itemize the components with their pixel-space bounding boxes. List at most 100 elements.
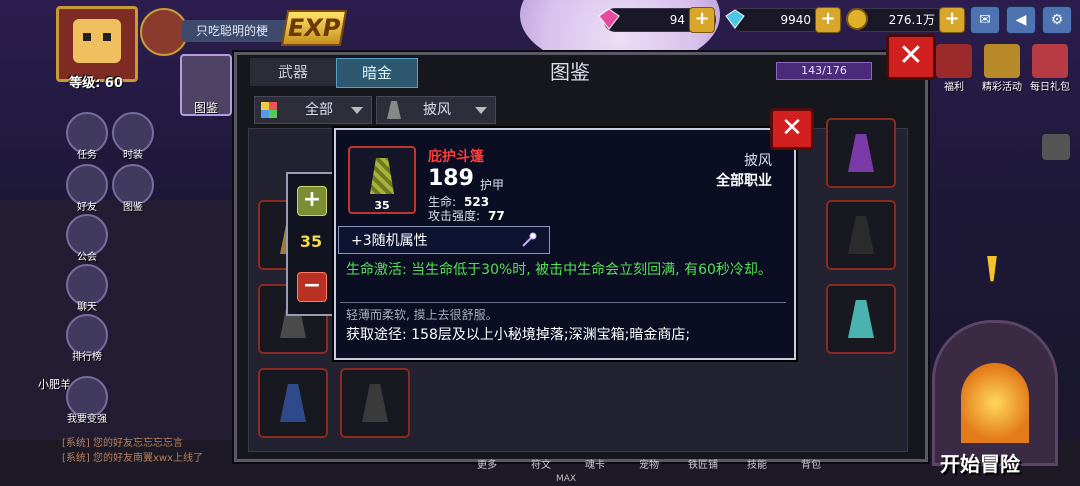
gold-counter: 276.1万 + xyxy=(846,7,966,33)
stat-attack-label: 攻击强度: xyxy=(428,209,481,223)
tujian-menu-label: 图鉴 xyxy=(193,101,218,115)
guild-button[interactable]: 公会 xyxy=(66,214,108,263)
welfare-button[interactable]: 福利 xyxy=(936,44,972,93)
filter-type-dropdown[interactable]: 披风 xyxy=(376,96,496,124)
gem-value: 94 xyxy=(669,13,685,27)
bottom-menu-blacksmith[interactable]: 铁匠铺 xyxy=(676,456,730,476)
chevron-down-icon xyxy=(351,107,363,114)
item-slot[interactable] xyxy=(826,200,896,270)
filter-all-label: 全部 xyxy=(305,102,333,118)
exp-badge[interactable]: EXP xyxy=(280,10,348,46)
collection-count: 143/176 xyxy=(776,62,872,80)
diamond-counter: 9940 + xyxy=(725,7,842,33)
level-value: 35 xyxy=(299,232,323,251)
item-slot[interactable] xyxy=(340,368,410,438)
item-armor-label: 护甲 xyxy=(480,178,505,192)
tab-weapon[interactable]: 武器 xyxy=(250,58,336,86)
tab-dark-gold[interactable]: 暗金 xyxy=(336,58,418,88)
add-gem-button[interactable]: + xyxy=(689,7,715,33)
panel-title: 图鉴 xyxy=(550,60,590,84)
bottom-menu-more[interactable]: 更多 xyxy=(460,456,514,476)
item-slot[interactable] xyxy=(826,284,896,354)
chat-line-1: [系统] 您的好友忘忘忘忘言 xyxy=(62,438,183,449)
random-attribute-label: +3随机属性 xyxy=(351,233,428,249)
magic-wand-icon xyxy=(522,232,537,247)
popup-divider xyxy=(340,302,786,303)
gold-coin-icon xyxy=(846,8,868,30)
get-stronger-label: 我要变强 xyxy=(67,414,107,425)
task-label: 任务 xyxy=(77,150,97,161)
item-icon: 35 xyxy=(348,146,416,214)
daily-gift-label: 每日礼包 xyxy=(1030,82,1070,93)
events-button[interactable]: 精彩活动 xyxy=(982,44,1022,93)
item-name: 庇护斗篷 xyxy=(428,149,484,165)
stat-attack-value: 77 xyxy=(488,209,505,223)
close-panel-button[interactable]: ✕ xyxy=(886,34,936,80)
welfare-label: 福利 xyxy=(944,82,964,93)
item-source: 获取途径: 158层及以上小秘境掉落;深渊宝箱;暗金商店; xyxy=(346,327,691,343)
gem-counter: 94 + xyxy=(598,7,716,33)
filter-all-dropdown[interactable]: 全部 xyxy=(254,96,372,124)
bottom-menu-skills[interactable]: 技能 xyxy=(730,456,784,476)
adventure-portal[interactable] xyxy=(932,320,1058,466)
fashion-button[interactable]: 时装 xyxy=(112,112,154,161)
close-popup-button[interactable]: ✕ xyxy=(770,108,814,150)
add-gold-button[interactable]: + xyxy=(939,7,965,33)
pink-gem-icon xyxy=(598,8,620,30)
chat-label: 聊天 xyxy=(77,302,97,313)
chat-button[interactable]: 聊天 xyxy=(66,264,108,313)
max-label: MAX xyxy=(556,474,577,484)
get-stronger-button[interactable]: 我要变强 xyxy=(66,376,108,425)
friends-button[interactable]: 好友 xyxy=(66,164,108,213)
system-chat[interactable]: [系统] 您的好友忘忘忘忘言 [系统] 您的好友南翼xwx上线了 xyxy=(62,436,203,466)
bottom-menu-bag[interactable]: 背包 xyxy=(784,456,838,476)
fashion-label: 时装 xyxy=(123,150,143,161)
item-effect: 生命激活: 当生命低于30%时, 被击中生命会立刻回满, 有60秒冷却。 xyxy=(346,262,772,278)
player-level: 等级: 60 xyxy=(69,76,123,91)
alert-icon[interactable] xyxy=(987,256,997,282)
daily-gift-button[interactable]: 每日礼包 xyxy=(1030,44,1070,93)
tujian-small-button[interactable]: 图鉴 xyxy=(112,164,154,213)
player-avatar[interactable] xyxy=(56,6,138,82)
increase-level-button[interactable]: + xyxy=(297,186,327,216)
item-slot[interactable] xyxy=(258,368,328,438)
gold-value: 276.1万 xyxy=(888,13,935,27)
ranking-button[interactable]: 排行榜 xyxy=(66,314,108,363)
decrease-level-button[interactable]: − xyxy=(297,272,327,302)
mail-icon[interactable]: ✉ xyxy=(970,6,1000,34)
chevron-down-icon xyxy=(475,107,487,114)
green-cloak-icon xyxy=(370,158,394,194)
pet-avatar[interactable] xyxy=(140,8,188,56)
diamond-icon xyxy=(725,9,745,29)
item-class: 全部职业 xyxy=(716,173,772,189)
sound-icon[interactable]: ◀ xyxy=(1006,6,1036,34)
item-type: 披风 xyxy=(744,153,772,169)
diamond-value: 9940 xyxy=(780,13,811,27)
random-attribute-box[interactable]: +3随机属性 xyxy=(338,226,550,254)
chat-line-2: [系统] 您的好友南翼xwx上线了 xyxy=(62,453,203,464)
start-adventure-button[interactable]: 开始冒险 xyxy=(940,448,1020,477)
events-label: 精彩活动 xyxy=(982,82,1022,93)
filter-type-label: 披风 xyxy=(423,102,451,118)
bottom-menu-pet[interactable]: 宠物 xyxy=(622,456,676,476)
cloak-icon xyxy=(387,101,401,119)
stat-attack: 攻击强度: 77 xyxy=(428,207,505,224)
grid-icon xyxy=(261,102,277,118)
guild-label: 公会 xyxy=(77,252,97,263)
bottom-menu-soulcard[interactable]: 魂卡 xyxy=(568,456,622,476)
item-slot[interactable] xyxy=(826,118,896,188)
friends-label: 好友 xyxy=(77,202,97,213)
settings-gear-icon[interactable]: ⚙ xyxy=(1042,6,1072,34)
friend-silhouette-icon[interactable] xyxy=(1042,134,1070,160)
item-armor-value: 189 xyxy=(428,166,474,191)
item-icon-level: 35 xyxy=(374,199,390,212)
tujian-small-label: 图鉴 xyxy=(123,202,143,213)
task-button[interactable]: 任务 xyxy=(66,112,108,161)
ranking-label: 排行榜 xyxy=(72,352,102,363)
tujian-menu-button[interactable]: 图鉴 xyxy=(180,54,232,116)
add-diamond-button[interactable]: + xyxy=(815,7,841,33)
level-stepper: + 35 − xyxy=(286,172,336,316)
bottom-menu-bar: 更多 符文 魂卡 宠物 铁匠铺 技能 背包 xyxy=(460,456,920,476)
bottom-menu-rune[interactable]: 符文 xyxy=(514,456,568,476)
item-flavor-text: 轻薄而柔软, 摸上去很舒服。 xyxy=(346,308,498,322)
